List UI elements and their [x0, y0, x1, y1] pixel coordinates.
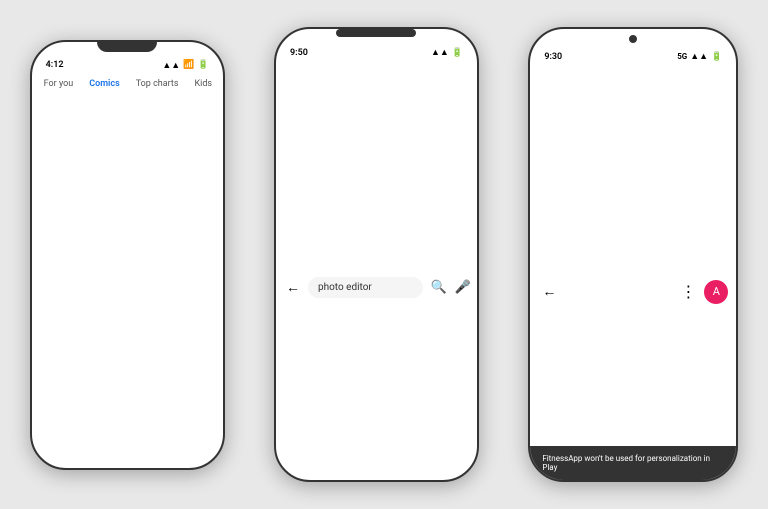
top-bar-right: ⋮ A: [680, 280, 728, 304]
notch: [97, 42, 157, 52]
camera-dot: [629, 35, 637, 43]
search-query: photo editor: [318, 282, 372, 293]
tab-for-you[interactable]: For you: [36, 73, 82, 468]
5g-icon: 5G: [677, 52, 687, 61]
top-bar-3: ← ⋮ A: [530, 64, 736, 480]
tab-kids[interactable]: Kids: [187, 73, 221, 468]
search-icon[interactable]: 🔍: [431, 280, 447, 295]
search-box[interactable]: photo editor: [308, 277, 423, 298]
tab-categories[interactable]: Categories: [220, 73, 223, 468]
top-bar-left: ←: [542, 283, 556, 300]
status-icons-1: ▲▲ 📶 🔋: [162, 60, 208, 71]
battery-icon-2: 🔋: [452, 48, 463, 58]
wifi-icon-2: ▲▲: [431, 47, 449, 58]
status-bar-1: 4:12 ▲▲ 📶 🔋: [32, 54, 223, 73]
phone-app-detail: 9:50 ▲▲ 🔋 ← photo editor 🔍 🎤 Rating ▾ Pr…: [274, 27, 479, 482]
back-icon[interactable]: ←: [286, 279, 300, 296]
battery-icon: 🔋: [197, 60, 208, 70]
status-icons-3: 5G ▲▲ 🔋: [677, 51, 722, 62]
time-2: 9:50: [290, 48, 308, 58]
battery-icon-3: 🔋: [711, 52, 722, 62]
tab-comics[interactable]: Comics: [81, 73, 127, 468]
signal-icon-3: ▲▲: [690, 51, 708, 62]
phone-google-play: 4:12 ▲▲ 📶 🔋 For you Comics Top charts Ki…: [30, 40, 225, 470]
time-3: 9:30: [544, 52, 562, 62]
phone-play-content: 9:30 5G ▲▲ 🔋 ← ⋮ A Your Play content Pla…: [528, 27, 738, 482]
nav-tabs[interactable]: For you Comics Top charts Kids Categorie…: [32, 73, 223, 468]
signal-icon: 📶: [183, 60, 194, 70]
more-icon[interactable]: ⋮: [680, 282, 696, 301]
time-1: 4:12: [46, 60, 64, 70]
status-bar-2: 9:50 ▲▲ 🔋: [276, 41, 477, 60]
mic-icon[interactable]: 🎤: [455, 280, 471, 295]
avatar[interactable]: A: [704, 280, 728, 304]
top-bar-2: ← photo editor 🔍 🎤: [276, 60, 477, 480]
pill-notch: [336, 29, 416, 37]
status-bar-3: 9:30 5G ▲▲ 🔋: [530, 45, 736, 64]
tab-top-charts[interactable]: Top charts: [128, 73, 187, 468]
wifi-icon: ▲▲: [162, 60, 180, 71]
status-icons-2: ▲▲ 🔋: [431, 47, 463, 58]
search-icons: 🔍 🎤: [431, 280, 471, 295]
snackbar: FitnessApp won't be used for personaliza…: [530, 446, 736, 480]
back-icon-3[interactable]: ←: [542, 283, 556, 300]
